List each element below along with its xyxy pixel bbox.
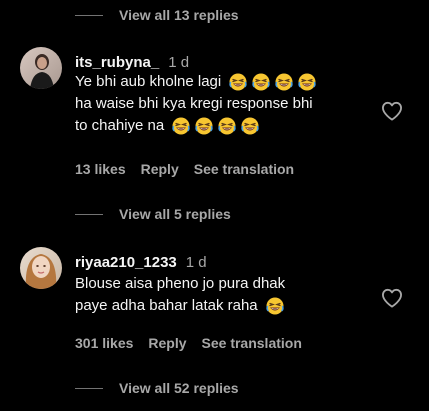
- reply-button[interactable]: Reply: [148, 335, 186, 351]
- view-replies-label: View all 13 replies: [119, 7, 239, 23]
- comment-time: 1 d: [168, 54, 190, 71]
- comment-header: riyaa210_1233 1 d: [75, 254, 207, 271]
- emoji-group: [265, 297, 284, 315]
- comment-time: 1 d: [185, 254, 207, 271]
- view-replies-button[interactable]: View all 52 replies: [75, 378, 239, 398]
- emoji-group: [229, 73, 316, 91]
- likes-count[interactable]: 301 likes: [75, 335, 133, 351]
- see-translation-button[interactable]: See translation: [202, 335, 302, 351]
- view-replies-label: View all 5 replies: [119, 206, 231, 222]
- username[interactable]: its_rubyna_: [75, 54, 159, 71]
- comment-meta: 13 likes Reply See translation: [75, 161, 294, 177]
- comment-text: Blouse aisa pheno jo pura dhak paye adha…: [75, 273, 375, 317]
- heart-outline-icon[interactable]: [381, 288, 403, 308]
- reply-thread-line: [75, 14, 103, 16]
- comment-line: to chahiye na: [75, 117, 165, 134]
- comment-line: Blouse aisa pheno jo pura dhak: [75, 275, 286, 292]
- reply-button[interactable]: Reply: [141, 161, 179, 177]
- comment-line: paye adha bahar latak raha: [75, 297, 258, 314]
- comment-text: Ye bhi aub kholne lagi ha waise bhi kya …: [75, 71, 375, 137]
- view-replies-button[interactable]: View all 13 replies: [75, 5, 239, 25]
- avatar[interactable]: [20, 247, 62, 289]
- see-translation-button[interactable]: See translation: [194, 161, 294, 177]
- laughing-emoji: [298, 73, 316, 91]
- comment-line: Ye bhi aub kholne lagi: [75, 73, 222, 90]
- avatar[interactable]: [20, 47, 62, 89]
- laughing-emoji: [241, 117, 259, 135]
- comment-header: its_rubyna_ 1 d: [75, 54, 189, 71]
- laughing-emoji: [252, 73, 270, 91]
- username[interactable]: riyaa210_1233: [75, 254, 177, 271]
- emoji-group: [172, 117, 259, 135]
- reply-thread-line: [75, 387, 103, 389]
- reply-thread-line: [75, 213, 103, 215]
- comment-line: ha waise bhi kya kregi response bhi: [75, 95, 313, 112]
- laughing-emoji: [172, 117, 190, 135]
- laughing-emoji: [195, 117, 213, 135]
- laughing-emoji: [275, 73, 293, 91]
- laughing-emoji: [229, 73, 247, 91]
- view-replies-button[interactable]: View all 5 replies: [75, 204, 231, 224]
- view-replies-label: View all 52 replies: [119, 380, 239, 396]
- comment-meta: 301 likes Reply See translation: [75, 335, 302, 351]
- laughing-emoji: [265, 297, 284, 315]
- likes-count[interactable]: 13 likes: [75, 161, 126, 177]
- heart-outline-icon[interactable]: [381, 101, 403, 121]
- laughing-emoji: [218, 117, 236, 135]
